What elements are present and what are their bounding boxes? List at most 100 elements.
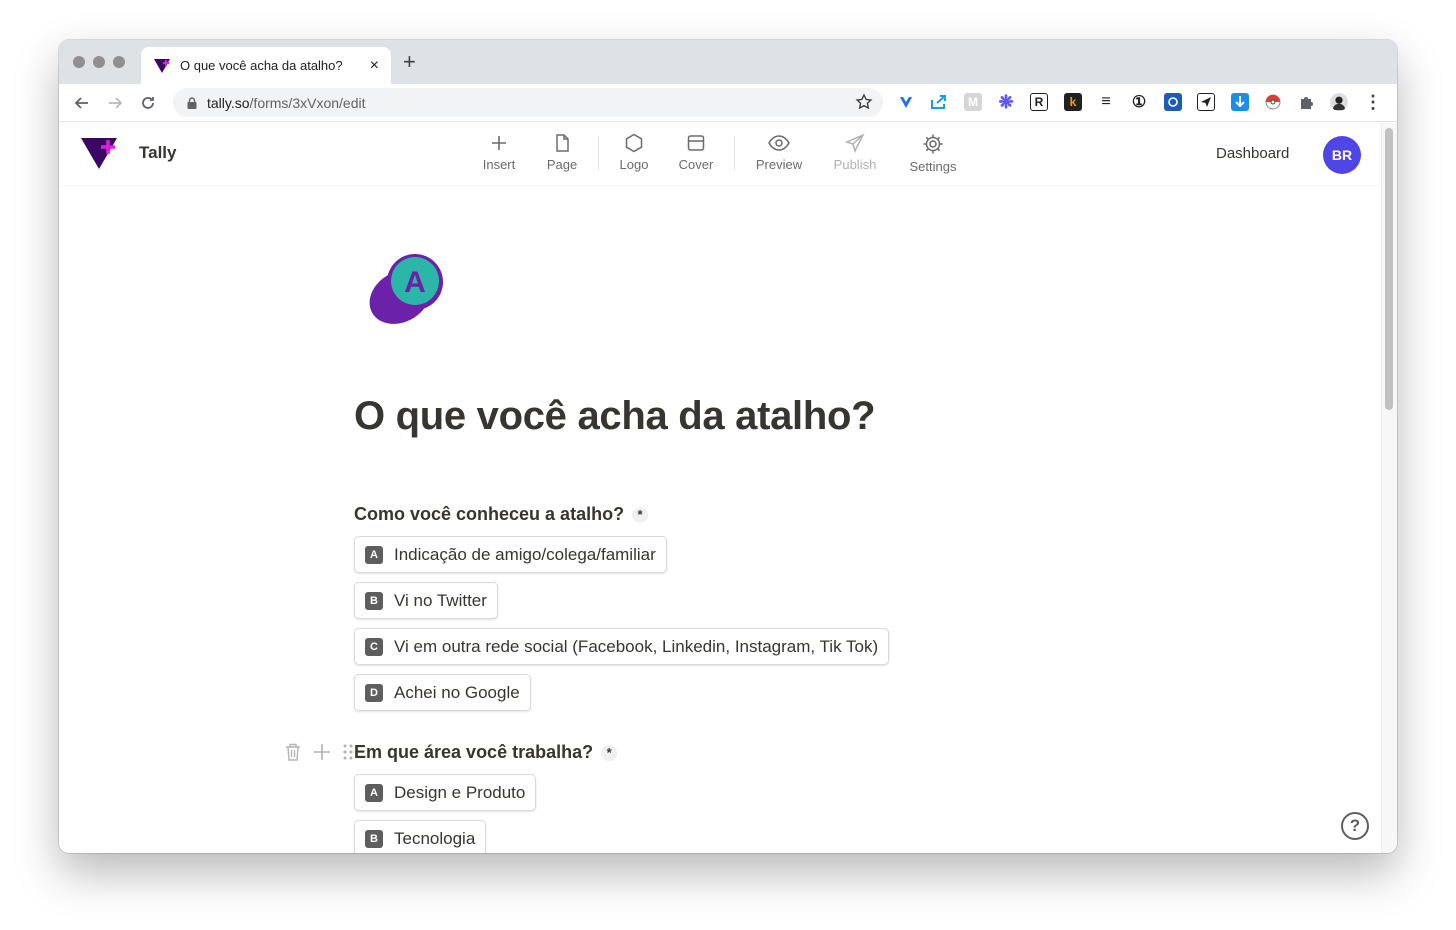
option-key: B [365,829,383,848]
trash-icon[interactable] [284,742,302,762]
m-extension-icon[interactable]: M [964,93,982,111]
plus-icon [492,136,506,150]
preview-label: Preview [755,157,803,172]
minimize-window-button[interactable] [93,56,105,68]
browser-window: O que você acha da atalho? × + tally.so/… [59,40,1397,853]
onepassword-extension-icon[interactable]: ① [1130,93,1148,111]
block-tools [284,742,354,762]
profile-avatar-icon[interactable] [1330,93,1348,111]
option-key: B [365,591,383,610]
address-bar[interactable]: tally.so/forms/3xVxon/edit [173,88,883,117]
publish-button[interactable]: Publish [825,133,885,172]
reload-icon [142,97,154,109]
share-extension-icon[interactable] [930,93,948,111]
arrow-left-icon [74,97,88,109]
choice-option[interactable]: B Vi no Twitter [354,582,498,619]
puzzle-extensions-icon[interactable] [1297,93,1315,111]
form-title[interactable]: O que você acha da atalho? [354,394,876,439]
cover-icon [687,135,705,151]
choice-option[interactable]: D Achei no Google [354,674,531,711]
bookmark-star-icon[interactable] [855,93,873,111]
asterisk-extension-icon[interactable]: ❋ [997,92,1015,112]
choice-option[interactable]: A Design e Produto [354,774,537,811]
gear-icon [923,134,943,154]
cover-label: Cover [678,157,714,172]
zoom-window-button[interactable] [113,56,125,68]
choice-option[interactable]: A Indicação de amigo/colega/familiar [354,536,667,573]
option-key: A [365,545,383,564]
scrollbar-thumb[interactable] [1385,128,1393,410]
tab-bar: O que você acha da atalho? × + [59,40,1397,84]
r-extension-icon[interactable]: R [1030,93,1048,111]
tab-title: O que você acha da atalho? [180,58,343,73]
kebab-menu-icon[interactable]: ⋮ [1364,92,1382,112]
choice-option[interactable]: C Vi em outra rede social (Facebook, Lin… [354,628,890,665]
arrow-right-icon [109,97,123,109]
help-button[interactable]: ? [1341,812,1369,840]
brand[interactable]: Tally [79,135,176,171]
question-1-title[interactable]: Como você conheceu a atalho? * [354,504,649,525]
cover-button[interactable]: Cover [666,133,726,172]
page-icon [556,134,569,152]
question-label: Em que área você trabalha? [354,742,594,762]
browser-toolbar: tally.so/forms/3xVxon/edit M ❋ R k ≡ ① ⋮ [59,84,1397,122]
eye-icon [768,135,790,151]
option-key: D [365,683,383,702]
url-text: tally.so/forms/3xVxon/edit [207,95,365,111]
k-extension-icon[interactable]: k [1064,93,1082,111]
settings-button[interactable]: Settings [903,133,963,174]
brand-name: Tally [139,143,177,162]
form-logo[interactable]: A [368,252,446,328]
hexagon-icon [625,133,643,153]
required-badge: * [632,506,649,523]
drag-handle-icon[interactable] [342,743,354,761]
send-extension-icon[interactable] [1197,93,1215,111]
tally-favicon-icon [154,58,170,73]
reload-button[interactable] [135,90,161,116]
question-2-title[interactable]: Em que área você trabalha? * [354,742,618,763]
tab-close-icon[interactable]: × [370,57,379,75]
send-icon [845,133,865,153]
lines-extension-icon[interactable]: ≡ [1097,93,1115,111]
tally-logo-icon [81,138,117,169]
insert-label: Insert [482,157,516,172]
toolbar-divider [598,136,599,170]
toolbar-divider [734,136,735,170]
app-header: Tally Insert Page Logo Cover Preview Pub… [59,123,1379,185]
heart-extension-icon[interactable] [897,93,915,111]
blue-shield-extension-icon[interactable] [1164,93,1182,111]
publish-label: Publish [833,157,877,172]
option-key: A [365,783,383,802]
back-button[interactable] [69,90,95,116]
forward-button[interactable] [102,90,128,116]
option-label: Tecnologia [394,828,476,848]
browser-tab[interactable]: O que você acha da atalho? × [141,47,391,84]
preview-button[interactable]: Preview [749,133,809,172]
form-logo-letter: A [404,266,426,299]
option-label: Design e Produto [394,782,526,802]
required-badge: * [601,744,618,761]
pokeball-extension-icon[interactable] [1264,93,1282,111]
settings-label: Settings [909,159,957,174]
logo-label: Logo [619,157,649,172]
option-label: Indicação de amigo/colega/familiar [394,544,656,564]
choice-option[interactable]: B Tecnologia [354,820,487,853]
user-avatar[interactable]: BR [1323,136,1361,174]
question-label: Como você conheceu a atalho? [354,504,625,524]
new-tab-button[interactable]: + [403,51,416,73]
add-block-icon[interactable] [312,742,332,762]
option-label: Vi no Twitter [394,590,487,610]
logo-button[interactable]: Logo [604,133,664,172]
page-button[interactable]: Page [532,133,592,172]
dashboard-link[interactable]: Dashboard [1216,145,1289,162]
url-path: /forms/3xVxon/edit [249,94,366,111]
close-window-button[interactable] [73,56,85,68]
option-label: Vi em outra rede social (Facebook, Linke… [394,636,879,656]
option-label: Achei no Google [394,682,520,702]
lock-icon [187,96,197,109]
option-key: C [365,637,383,656]
download-extension-icon[interactable] [1231,93,1249,111]
url-host: tally.so [207,94,250,111]
insert-button[interactable]: Insert [469,133,529,172]
page-label: Page [546,157,578,172]
